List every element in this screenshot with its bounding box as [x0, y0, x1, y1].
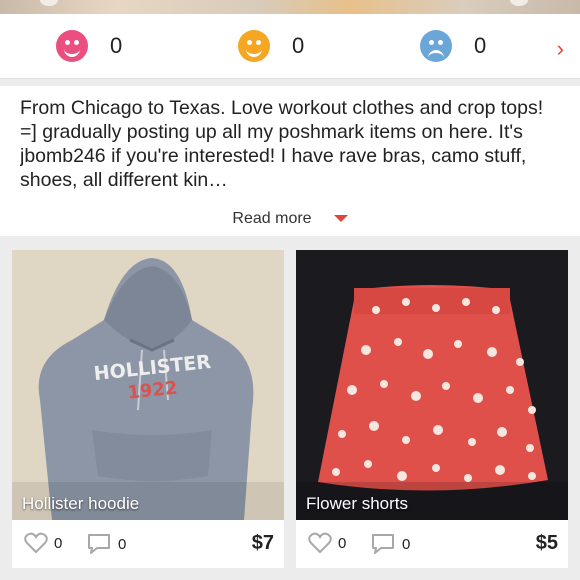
like-button[interactable]: 0: [24, 532, 62, 554]
caret-down-icon: [333, 215, 348, 223]
listing-price: $5: [535, 532, 558, 554]
negative-rating[interactable]: 0: [420, 30, 486, 62]
comments-count: 0: [402, 535, 411, 553]
positive-rating[interactable]: 0: [56, 30, 122, 62]
cover-decoration: [510, 0, 528, 6]
bio-text: From Chicago to Texas. Love workout clot…: [20, 97, 544, 191]
listing-title: Hollister hoodie: [22, 494, 140, 513]
read-more-label: Read more: [232, 210, 312, 227]
heart-icon: [24, 532, 48, 554]
listing-photo[interactable]: HOLLISTER 1922 Hollister hoodie: [12, 250, 284, 520]
listing-card[interactable]: Flower shorts 0 0 $5: [296, 250, 568, 568]
comment-bubble-icon: [372, 534, 394, 554]
like-button[interactable]: 0: [308, 532, 346, 554]
listing-photo[interactable]: Flower shorts: [296, 250, 568, 520]
cover-photo-strip: [0, 0, 580, 14]
neutral-count: 0: [292, 33, 305, 58]
heart-icon: [308, 532, 332, 554]
comment-button[interactable]: 0: [86, 532, 126, 556]
profile-bio: From Chicago to Texas. Love workout clot…: [0, 86, 580, 236]
negative-count: 0: [474, 33, 487, 58]
comment-button[interactable]: 0: [370, 532, 410, 556]
positive-count: 0: [110, 33, 123, 58]
listing-meta: 0 0 $5: [296, 520, 568, 568]
listing-meta: 0 0 $7: [12, 520, 284, 568]
ratings-bar: 0 0 0 ›: [0, 14, 580, 79]
listing-price: $7: [251, 532, 274, 554]
comment-bubble-icon: [88, 534, 110, 554]
likes-count: 0: [338, 534, 347, 552]
sad-face-icon: [420, 30, 452, 62]
next-row-edge: [0, 572, 580, 580]
chevron-right-icon[interactable]: ›: [557, 36, 564, 62]
listing-card[interactable]: HOLLISTER 1922 Hollister hoodie 0 0 $7: [12, 250, 284, 568]
cover-decoration: [40, 0, 58, 6]
happy-face-icon: [56, 30, 88, 62]
neutral-rating[interactable]: 0: [238, 30, 304, 62]
likes-count: 0: [54, 534, 63, 552]
read-more-button[interactable]: Read more: [0, 210, 580, 228]
smiley-face-icon: [238, 30, 270, 62]
comments-count: 0: [118, 535, 127, 553]
listing-title: Flower shorts: [306, 494, 409, 513]
